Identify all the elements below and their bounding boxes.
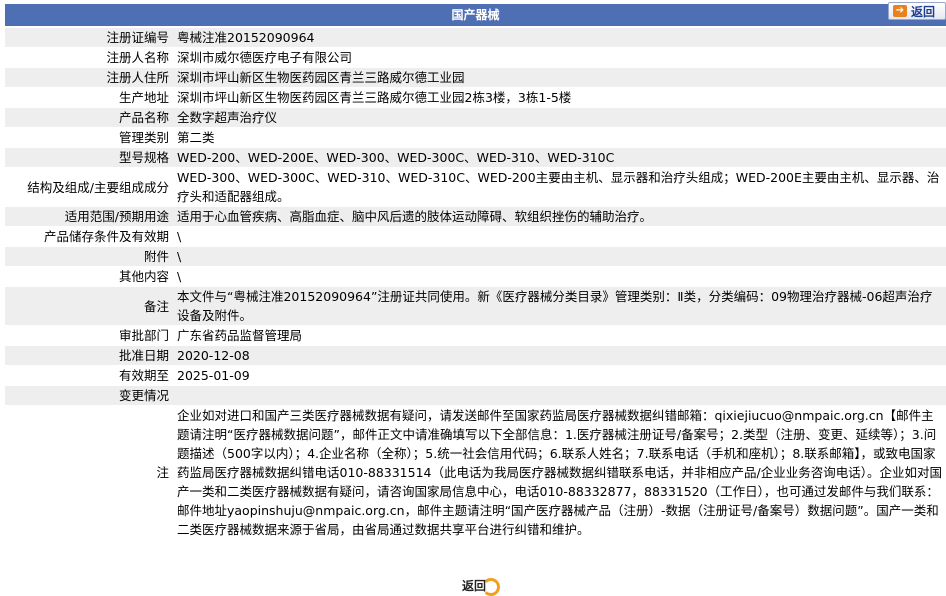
table-row: 型号规格 WED-200、WED-200E、WED-300、WED-300C、W…	[5, 148, 946, 167]
field-label: 其他内容	[5, 267, 174, 286]
field-label: 产品储存条件及有效期	[5, 227, 174, 246]
field-value: 粤械注准20152090964	[174, 28, 946, 47]
field-value: \	[174, 227, 946, 246]
back-button-label: 返回	[461, 579, 486, 593]
table-row: 产品储存条件及有效期 \	[5, 227, 946, 246]
field-value: 全数字超声治疗仪	[174, 108, 946, 127]
field-label: 结构及组成/主要组成成分	[5, 168, 174, 206]
field-label: 附件	[5, 247, 174, 266]
field-label: 管理类别	[5, 128, 174, 147]
table-row: 注册人住所 深圳市坪山新区生物医药园区青兰三路威尔德工业园	[5, 68, 946, 87]
table-row: 适用范围/预期用途 适用于心血管疾病、高脂血症、脑中风后遗的肢体运动障碍、软组织…	[5, 207, 946, 226]
field-label: 注	[5, 406, 174, 539]
field-label: 生产地址	[5, 88, 174, 107]
back-button-top[interactable]: ➔ 返回	[888, 2, 946, 20]
field-value: 适用于心血管疾病、高脂血症、脑中风后遗的肢体运动障碍、软组织挫伤的辅助治疗。	[174, 207, 946, 226]
field-value: WED-200、WED-200E、WED-300、WED-300C、WED-31…	[174, 148, 946, 167]
page-title-bar: 国产器械	[5, 4, 946, 26]
field-value: \	[174, 267, 946, 286]
field-label: 产品名称	[5, 108, 174, 127]
field-value: 深圳市威尔德医疗电子有限公司	[174, 48, 946, 67]
field-label: 审批部门	[5, 326, 174, 345]
table-row: 备注 本文件与“粤械注准20152090964”注册证共同使用。新《医疗器械分类…	[5, 287, 946, 325]
field-value: 深圳市坪山新区生物医药园区青兰三路威尔德工业园	[174, 68, 946, 87]
field-label: 型号规格	[5, 148, 174, 167]
table-row: 注册证编号 粤械注准20152090964	[5, 28, 946, 47]
field-label: 变更情况	[5, 386, 174, 405]
field-label: 适用范围/预期用途	[5, 207, 174, 226]
field-value: 2020-12-08	[174, 346, 946, 365]
field-label: 批准日期	[5, 346, 174, 365]
table-row: 注 企业如对进口和国产三类医疗器械数据有疑问，请发送邮件至国家药监局医疗器械数据…	[5, 406, 946, 539]
page: 国产器械 ➔ 返回 注册证编号 粤械注准20152090964 注册人名称 深圳…	[0, 0, 946, 596]
back-button-bottom[interactable]: 返回	[448, 575, 500, 596]
table-row: 生产地址 深圳市坪山新区生物医药园区青兰三路威尔德工业园2栋3楼，3栋1-5楼	[5, 88, 946, 107]
back-button-label: 返回	[911, 4, 936, 19]
field-value: WED-300、WED-300C、WED-310、WED-310C、WED-20…	[174, 168, 946, 206]
table-row: 产品名称 全数字超声治疗仪	[5, 108, 946, 127]
table-row: 有效期至 2025-01-09	[5, 366, 946, 385]
field-value	[174, 386, 946, 405]
field-value: 企业如对进口和国产三类医疗器械数据有疑问，请发送邮件至国家药监局医疗器械数据纠错…	[174, 406, 946, 539]
table-row: 其他内容 \	[5, 267, 946, 286]
field-label: 注册人住所	[5, 68, 174, 87]
field-value: 本文件与“粤械注准20152090964”注册证共同使用。新《医疗器械分类目录》…	[174, 287, 946, 325]
field-value: 第二类	[174, 128, 946, 147]
table-row: 附件 \	[5, 247, 946, 266]
table-row: 审批部门 广东省药品监督管理局	[5, 326, 946, 345]
table-row: 结构及组成/主要组成成分 WED-300、WED-300C、WED-310、WE…	[5, 168, 946, 206]
page-title: 国产器械	[451, 8, 500, 22]
field-label: 有效期至	[5, 366, 174, 385]
table-row: 管理类别 第二类	[5, 128, 946, 147]
table-row: 批准日期 2020-12-08	[5, 346, 946, 365]
detail-table: 注册证编号 粤械注准20152090964 注册人名称 深圳市威尔德医疗电子有限…	[5, 27, 946, 540]
field-value: \	[174, 247, 946, 266]
table-row: 注册人名称 深圳市威尔德医疗电子有限公司	[5, 48, 946, 67]
table-row: 变更情况	[5, 386, 946, 405]
field-value: 深圳市坪山新区生物医药园区青兰三路威尔德工业园2栋3楼，3栋1-5楼	[174, 88, 946, 107]
field-value: 广东省药品监督管理局	[174, 326, 946, 345]
field-value: 2025-01-09	[174, 366, 946, 385]
arrow-right-icon: ➔	[893, 5, 907, 17]
field-label: 备注	[5, 287, 174, 325]
field-label: 注册证编号	[5, 28, 174, 47]
field-label: 注册人名称	[5, 48, 174, 67]
